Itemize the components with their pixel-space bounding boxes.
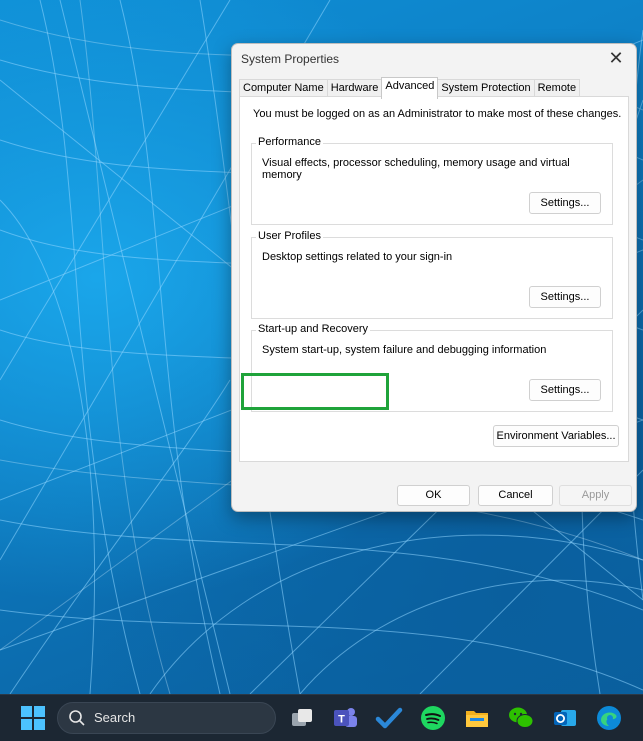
taskbar: Search T [0,694,643,741]
performance-settings-button[interactable]: Settings... [529,192,601,214]
cancel-button[interactable]: Cancel [478,485,553,506]
tab-strip: Computer Name Hardware Advanced System P… [239,77,581,99]
user-profiles-settings-button[interactable]: Settings... [529,286,601,308]
teams-icon[interactable]: T [331,704,359,732]
startup-recovery-description: System start-up, system failure and debu… [262,344,547,356]
startup-recovery-settings-button[interactable]: Settings... [529,379,601,401]
startup-recovery-legend: Start-up and Recovery [256,323,371,335]
outlook-icon[interactable] [551,704,579,732]
spotify-icon[interactable] [419,704,447,732]
windows-start-icon[interactable] [19,704,47,732]
user-profiles-group: User Profiles Desktop settings related t… [251,230,613,319]
environment-variables-button[interactable]: Environment Variables... [493,425,619,447]
taskbar-search-box[interactable]: Search [57,702,276,734]
todo-icon[interactable] [375,704,403,732]
environment-variables-highlight [241,373,389,410]
dialog-title: System Properties [241,52,340,66]
edge-icon[interactable] [595,704,623,732]
close-icon[interactable]: ✕ [604,47,628,71]
performance-legend: Performance [256,136,323,148]
user-profiles-description: Desktop settings related to your sign-in [262,251,453,263]
task-view-icon[interactable] [288,704,316,732]
ok-button[interactable]: OK [397,485,470,506]
wechat-icon[interactable] [507,704,535,732]
admin-note: You must be logged on as an Administrato… [253,108,622,120]
search-label: Search [94,710,136,725]
performance-description: Visual effects, processor scheduling, me… [262,157,570,181]
tab-advanced[interactable]: Advanced [381,77,439,99]
svg-text:T: T [338,714,345,726]
apply-button[interactable]: Apply [559,485,632,506]
performance-group: Performance Visual effects, processor sc… [251,136,613,225]
user-profiles-legend: User Profiles [256,230,323,242]
file-explorer-icon[interactable] [463,704,491,732]
search-icon [69,710,85,726]
system-properties-dialog: System Properties ✕ Computer Name Hardwa… [231,43,637,512]
